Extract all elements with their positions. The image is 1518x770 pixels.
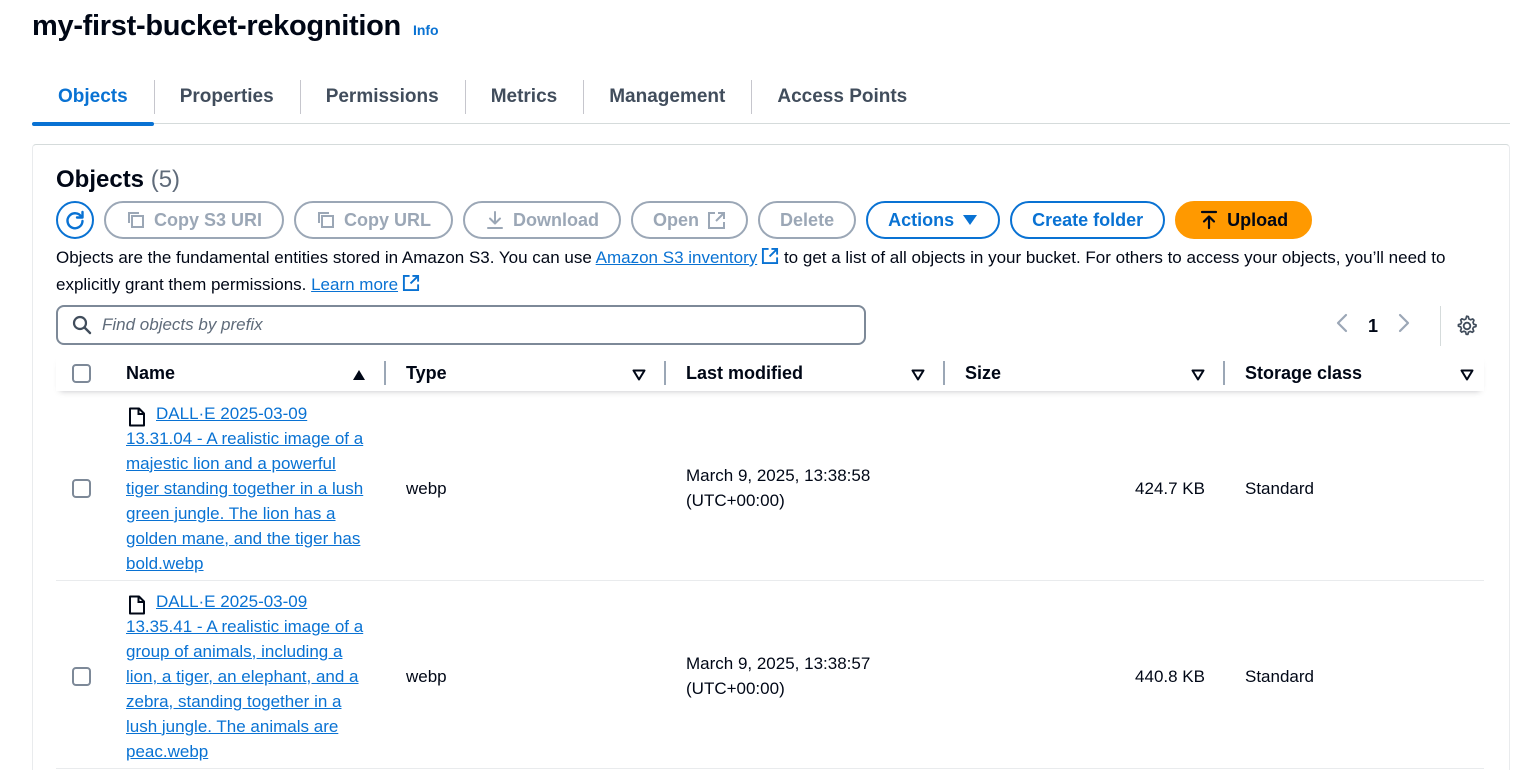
object-last-modified-text: March 9, 2025, 13:38:58 (UTC+00:00)	[686, 466, 871, 510]
object-last-modified: March 9, 2025, 13:38:58 (UTC+00:00)	[666, 463, 945, 513]
object-name-cell: DALL·E 2025-03-09 13.35.41 - A realistic…	[106, 589, 386, 764]
info-link[interactable]: Info	[413, 22, 439, 38]
page-number[interactable]: 1	[1368, 316, 1378, 337]
copy-url-button[interactable]: Copy URL	[294, 201, 454, 239]
copy-s3-uri-button[interactable]: Copy S3 URI	[104, 201, 285, 239]
upload-label: Upload	[1227, 209, 1289, 230]
refresh-icon	[64, 209, 86, 231]
table-header: Name Type Last modified Size Storage cla…	[56, 355, 1484, 391]
objects-toolbar: Copy S3 URI Copy URL Download Open Delet…	[56, 201, 1313, 239]
tab-objects[interactable]: Objects	[32, 74, 154, 126]
download-label: Download	[513, 209, 600, 230]
row-select-cell	[56, 478, 106, 498]
upload-button[interactable]: Upload	[1175, 201, 1313, 239]
objects-count: (5)	[150, 166, 181, 193]
table-row: DALL·E 2025-03-09 13.31.04 - A realistic…	[56, 396, 1484, 581]
objects-heading-title: Objects	[56, 166, 145, 193]
object-type: webp	[406, 478, 447, 498]
column-header-size[interactable]: Size	[945, 355, 1225, 391]
delete-label: Delete	[780, 209, 835, 230]
column-header-storage-class-label: Storage class	[1245, 362, 1363, 383]
gear-icon[interactable]	[1456, 315, 1478, 342]
copy-icon	[126, 210, 146, 230]
bucket-header: my-first-bucket-rekognition Info	[32, 10, 439, 43]
object-size: 440.8 KB	[1135, 666, 1205, 686]
object-name-link[interactable]: DALL·E 2025-03-09 13.31.04 - A realistic…	[126, 401, 371, 576]
file-icon	[128, 407, 146, 434]
object-storage-class: Standard	[1245, 666, 1314, 686]
copy-s3-uri-label: Copy S3 URI	[154, 209, 263, 230]
table-row: DALL·E 2025-03-09 13.35.41 - A realistic…	[56, 584, 1484, 769]
sort-icon[interactable]	[911, 365, 925, 386]
external-link-icon	[761, 247, 779, 272]
pager-divider	[1440, 306, 1441, 346]
tab-metrics[interactable]: Metrics	[464, 74, 584, 120]
object-name-link[interactable]: DALL·E 2025-03-09 13.35.41 - A realistic…	[126, 589, 371, 764]
tab-access-points[interactable]: Access Points	[751, 74, 933, 120]
page-title: my-first-bucket-rekognition	[32, 10, 401, 42]
file-icon	[128, 595, 146, 622]
sort-icon[interactable]	[632, 365, 646, 386]
chevron-right-icon[interactable]	[1398, 313, 1410, 339]
column-header-last-modified-label: Last modified	[686, 362, 804, 383]
column-header-name-label: Name	[126, 362, 176, 383]
create-folder-button[interactable]: Create folder	[1010, 201, 1166, 239]
column-header-size-label: Size	[965, 362, 1002, 383]
object-last-modified: March 9, 2025, 13:38:57 (UTC+00:00)	[666, 651, 945, 701]
column-header-type-label: Type	[406, 362, 447, 383]
external-link-icon	[707, 211, 726, 230]
object-last-modified-text: March 9, 2025, 13:38:57 (UTC+00:00)	[686, 654, 871, 698]
tab-properties[interactable]: Properties	[153, 74, 300, 120]
tab-management[interactable]: Management	[583, 74, 751, 120]
sort-icon[interactable]	[1460, 365, 1474, 386]
upload-icon	[1199, 210, 1219, 230]
object-storage-class: Standard	[1245, 478, 1314, 498]
chevron-left-icon[interactable]	[1336, 313, 1348, 339]
download-icon	[485, 210, 505, 230]
object-name-cell: DALL·E 2025-03-09 13.31.04 - A realistic…	[106, 401, 386, 576]
search-box	[56, 305, 866, 345]
row-checkbox[interactable]	[72, 666, 91, 686]
row-select-cell	[56, 666, 106, 686]
tab-permissions[interactable]: Permissions	[299, 74, 465, 120]
search-input[interactable]	[102, 315, 802, 335]
column-header-type[interactable]: Type	[386, 355, 666, 391]
column-header-last-modified[interactable]: Last modified	[666, 355, 945, 391]
external-link-icon	[402, 274, 420, 299]
delete-button[interactable]: Delete	[758, 201, 857, 239]
refresh-button[interactable]	[56, 201, 94, 239]
copy-url-label: Copy URL	[344, 209, 432, 230]
open-button[interactable]: Open	[631, 201, 749, 239]
sort-ascending-icon[interactable]	[352, 365, 366, 386]
column-header-storage-class[interactable]: Storage class	[1225, 355, 1484, 391]
sort-icon[interactable]	[1191, 365, 1205, 386]
download-button[interactable]: Download	[463, 201, 622, 239]
copy-icon	[316, 210, 336, 230]
row-checkbox[interactable]	[72, 478, 91, 498]
description-text-1: Objects are the fundamental entities sto…	[56, 248, 596, 267]
bucket-tabs: Objects Properties Permissions Metrics M…	[32, 72, 1510, 126]
objects-heading: Objects (5)	[56, 166, 180, 194]
learn-more-link[interactable]: Learn more	[311, 275, 398, 294]
object-size: 424.7 KB	[1135, 478, 1205, 498]
object-type: webp	[406, 666, 447, 686]
select-all-cell	[56, 355, 106, 391]
select-all-checkbox[interactable]	[72, 363, 91, 383]
pagination: 1	[1336, 312, 1410, 340]
create-folder-label: Create folder	[1032, 209, 1144, 230]
search-icon	[72, 315, 92, 335]
open-label: Open	[653, 209, 700, 230]
actions-label: Actions	[888, 209, 955, 230]
actions-dropdown-button[interactable]: Actions	[866, 201, 1001, 239]
objects-description: Objects are the fundamental entities sto…	[56, 245, 1476, 299]
caret-down-icon	[962, 214, 978, 226]
column-header-name[interactable]: Name	[106, 355, 386, 391]
s3-inventory-link[interactable]: Amazon S3 inventory	[596, 248, 758, 267]
